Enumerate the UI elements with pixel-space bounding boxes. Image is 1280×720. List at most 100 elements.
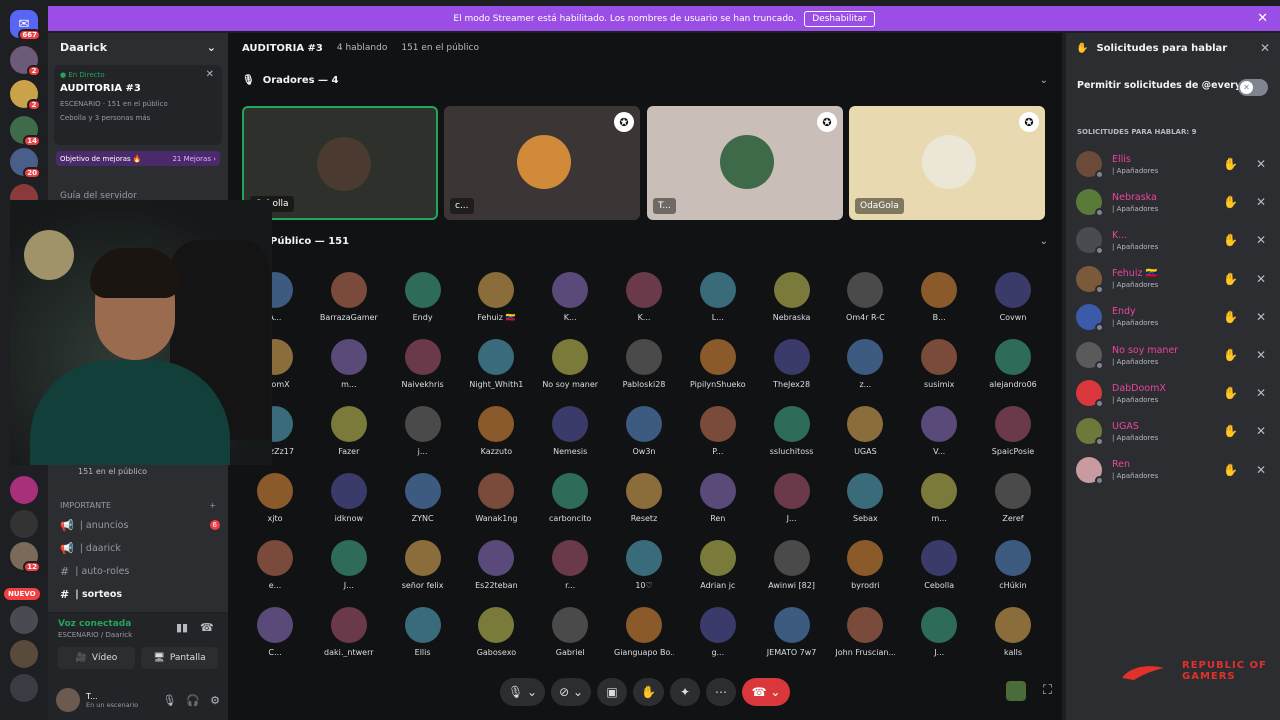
invite-to-speak-icon[interactable]: ✋ — [1223, 424, 1238, 438]
discord-home-icon[interactable]: ✉ 667 — [10, 10, 41, 41]
dismiss-icon[interactable]: ✕ — [1256, 310, 1266, 324]
chevron-down-icon[interactable]: ⌄ — [1040, 236, 1048, 247]
audience-member[interactable]: Ow3n — [614, 406, 674, 468]
dismiss-icon[interactable]: ✕ — [1256, 348, 1266, 362]
signal-icon[interactable]: ▮▮ — [176, 621, 188, 634]
audience-member[interactable]: ssluchitoss — [762, 406, 822, 468]
audience-member[interactable]: C... — [245, 607, 305, 669]
speak-request-item[interactable]: K... | Apañadores ✋ ✕ — [1076, 223, 1272, 257]
audience-member[interactable]: J... — [319, 540, 379, 602]
audience-member[interactable]: Covwn — [983, 272, 1043, 334]
channel-anuncios[interactable]: 📢 | anuncios 6 — [60, 516, 220, 534]
video-button[interactable]: 🎥 Vídeo — [58, 647, 135, 669]
server-icon[interactable] — [10, 510, 38, 538]
audience-member[interactable]: Fehuiz 🇻🇪 — [466, 272, 526, 334]
audience-member[interactable]: m... — [319, 339, 379, 401]
invite-to-speak-icon[interactable]: ✋ — [1223, 463, 1238, 477]
channel-auto-roles[interactable]: # | auto-roles — [60, 562, 220, 580]
popout-icon[interactable] — [1006, 681, 1026, 701]
chevron-down-icon[interactable]: ⌄ — [1040, 75, 1048, 86]
audience-member[interactable]: Om4r R-C — [835, 272, 895, 334]
disable-streamer-button[interactable]: Deshabilitar — [804, 10, 875, 27]
leave-stage-button[interactable]: ☎ ⌄ — [742, 678, 790, 706]
audience-member[interactable]: daki._ntwerr — [319, 607, 379, 669]
speak-request-item[interactable]: DabDoomX | Apañadores ✋ ✕ — [1076, 376, 1272, 410]
server-icon[interactable] — [10, 606, 38, 634]
server-icon[interactable]: 12 — [10, 542, 41, 573]
audience-member[interactable]: byrodri — [835, 540, 895, 602]
invite-to-speak-icon[interactable]: ✋ — [1223, 310, 1238, 324]
screen-share-button[interactable]: 🖥 Pantalla — [141, 647, 218, 669]
live-stage-card[interactable]: ● En Directo AUDITORIA #3 ESCENARIO · 15… — [54, 65, 222, 145]
audience-member[interactable]: L... — [688, 272, 748, 334]
audience-member[interactable]: PipilynShueko — [688, 339, 748, 401]
audience-member[interactable]: Endy — [393, 272, 453, 334]
audience-member[interactable]: Pabloski28 — [614, 339, 674, 401]
invite-to-speak-icon[interactable]: ✋ — [1223, 386, 1238, 400]
audience-member[interactable]: e... — [245, 540, 305, 602]
camera-button[interactable]: ⊘ ⌄ — [551, 678, 592, 706]
dismiss-icon[interactable]: ✕ — [1256, 386, 1266, 400]
invite-to-speak-icon[interactable]: ✋ — [1223, 195, 1238, 209]
audience-member[interactable]: Naivekhris — [393, 339, 453, 401]
close-icon[interactable]: ✕ — [1260, 41, 1270, 55]
audience-member[interactable]: Ren — [688, 473, 748, 535]
audience-member[interactable]: BarrazaGamer — [319, 272, 379, 334]
audience-member[interactable]: carboncito — [540, 473, 600, 535]
dismiss-icon[interactable]: ✕ — [1256, 272, 1266, 286]
server-icon[interactable]: 20 — [10, 148, 41, 179]
audience-member[interactable]: Zeref — [983, 473, 1043, 535]
speak-request-item[interactable]: Endy | Apañadores ✋ ✕ — [1076, 300, 1272, 334]
audience-member[interactable]: JEMATO 7w7 — [762, 607, 822, 669]
audience-member[interactable]: J... — [909, 607, 969, 669]
more-button[interactable]: ⋯ — [706, 678, 736, 706]
dismiss-icon[interactable]: ✕ — [1256, 233, 1266, 247]
audience-member[interactable]: Es22teban — [466, 540, 526, 602]
dismiss-icon[interactable]: ✕ — [1256, 195, 1266, 209]
channel-sorteos[interactable]: # | sorteos — [60, 585, 220, 603]
server-icon[interactable]: 2 — [10, 80, 41, 111]
screen-share-button[interactable]: ▣ — [597, 678, 628, 706]
audience-member[interactable]: j... — [393, 406, 453, 468]
invite-to-speak-icon[interactable]: ✋ — [1223, 272, 1238, 286]
headphones-icon[interactable]: 🎧 — [186, 694, 200, 707]
fullscreen-icon[interactable]: ⛶ — [1043, 683, 1052, 698]
audience-member[interactable]: Night_Whith1 — [466, 339, 526, 401]
audience-member[interactable]: alejandro06 — [983, 339, 1043, 401]
audience-member[interactable]: g... — [688, 607, 748, 669]
server-header[interactable]: Daarick ⌄ — [48, 33, 228, 61]
audience-member[interactable]: TheJex28 — [762, 339, 822, 401]
audience-member[interactable]: J... — [762, 473, 822, 535]
audience-member[interactable]: Resetz — [614, 473, 674, 535]
server-icon[interactable]: 2 — [10, 46, 41, 77]
audience-member[interactable]: cHúkin — [983, 540, 1043, 602]
speak-request-item[interactable]: Ren | Apañadores ✋ ✕ — [1076, 453, 1272, 487]
audience-member[interactable]: Gabriel — [540, 607, 600, 669]
audience-member[interactable]: Nebraska — [762, 272, 822, 334]
avatar[interactable] — [56, 688, 80, 712]
audience-member[interactable]: No soy maner — [540, 339, 600, 401]
boost-goal[interactable]: Objetivo de mejoras 🔥 21 Mejoras › — [56, 151, 220, 166]
disconnect-icon[interactable]: ☎ — [200, 621, 214, 634]
audience-member[interactable]: Awinwi ⁅82⁆ — [762, 540, 822, 602]
audience-member[interactable]: xjto — [245, 473, 305, 535]
audience-member[interactable]: Cebolla — [909, 540, 969, 602]
audience-member[interactable]: SpaicPosie — [983, 406, 1043, 468]
audience-member[interactable]: kalls — [983, 607, 1043, 669]
audience-member[interactable]: m... — [909, 473, 969, 535]
dismiss-icon[interactable]: ✕ — [1256, 463, 1266, 477]
audience-member[interactable]: Gabosexo — [466, 607, 526, 669]
speak-request-item[interactable]: Ellis | Apañadores ✋ ✕ — [1076, 147, 1272, 181]
speak-request-item[interactable]: Fehuiz 🇻🇪 | Apañadores ✋ ✕ — [1076, 262, 1272, 296]
server-icon[interactable] — [10, 674, 38, 702]
audience-member[interactable]: 10♡ — [614, 540, 674, 602]
category-important[interactable]: IMPORTANTE + — [60, 501, 216, 510]
close-icon[interactable]: ✕ — [206, 69, 214, 80]
microphone-icon[interactable]: 🎙 — [162, 694, 176, 707]
channel-daarick[interactable]: 📢 | daarick — [60, 539, 220, 557]
speaker-tile[interactable]: ✪ T... — [647, 106, 843, 220]
audience-member[interactable]: idknow — [319, 473, 379, 535]
speaker-tile[interactable]: ✪ c... — [444, 106, 640, 220]
raise-hand-button[interactable]: ✋ — [633, 678, 664, 706]
dismiss-icon[interactable]: ✕ — [1256, 424, 1266, 438]
